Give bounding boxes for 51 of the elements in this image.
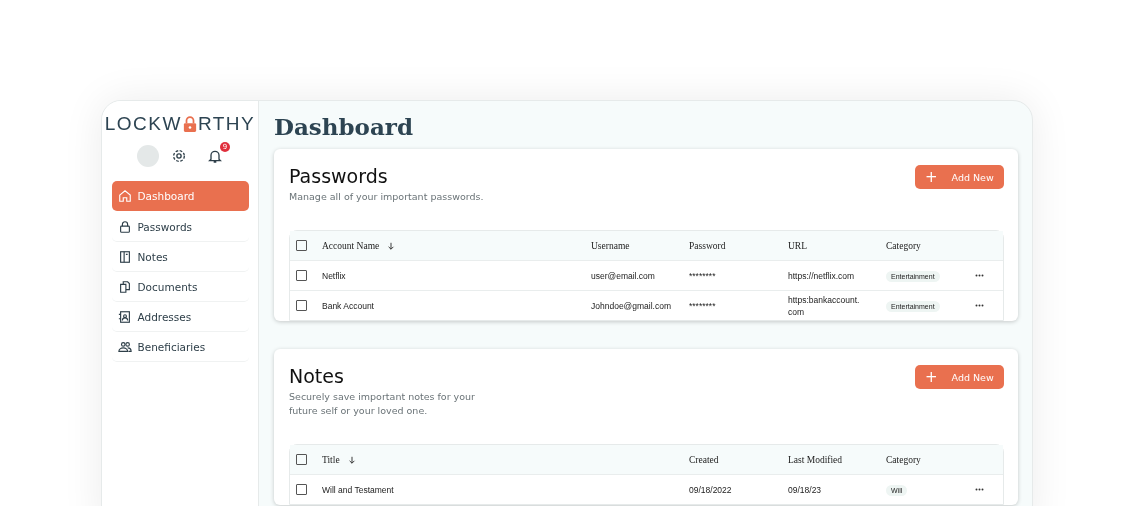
sort-arrow-icon[interactable] xyxy=(387,241,396,250)
column-header[interactable]: Title xyxy=(322,454,356,465)
table-cell-text: ******** xyxy=(689,269,717,282)
checkbox[interactable] xyxy=(296,300,307,311)
table-cell-text: Will and Testament xyxy=(322,483,395,496)
table-cell-text: https:bankaccount. com xyxy=(788,293,861,318)
logo-text: LOCKW xyxy=(104,113,182,135)
sidebar-item[interactable]: Beneficiaries xyxy=(111,332,249,362)
settings-icon[interactable] xyxy=(171,148,187,164)
sort-arrow-icon[interactable] xyxy=(347,455,356,464)
table-cell-text: Bank Account xyxy=(322,299,375,312)
page-title: Dashboard xyxy=(274,113,415,140)
column-header[interactable]: Category xyxy=(886,454,921,465)
more-icon[interactable] xyxy=(975,304,984,307)
checkbox[interactable] xyxy=(296,484,307,495)
column-header[interactable]: URL xyxy=(788,240,807,251)
contact-card-icon xyxy=(117,309,132,324)
sidebar-item[interactable]: Addresses xyxy=(111,302,249,332)
table-cell-text: https://netflix.com xyxy=(788,269,856,282)
table-cell-text: 09/18/23 xyxy=(788,483,823,496)
column-header[interactable]: Category xyxy=(886,240,921,251)
sidebar-item[interactable]: Notes xyxy=(111,242,249,272)
column-header[interactable]: Last Modified xyxy=(788,454,843,465)
checkbox[interactable] xyxy=(296,454,307,465)
section-subtitle: Securely save important notes for your future self or your loved one. xyxy=(289,390,475,418)
documents-icon xyxy=(117,279,132,294)
bell-icon[interactable] xyxy=(207,148,223,164)
more-icon[interactable] xyxy=(975,488,984,491)
notebook-icon xyxy=(117,249,132,264)
column-header[interactable]: Password xyxy=(689,240,726,251)
checkbox[interactable] xyxy=(296,270,307,281)
checkbox[interactable] xyxy=(296,240,307,251)
table-cell-text: user@email.com xyxy=(591,269,656,282)
lock-icon xyxy=(117,219,132,234)
section-subtitle: Manage all of your important passwords. xyxy=(289,190,484,204)
table-cell-text: Johndoe@gmail.com xyxy=(591,299,672,312)
table-cell-text: 09/18/2022 xyxy=(689,483,733,496)
section-title: Passwords xyxy=(289,165,389,187)
column-header[interactable]: Account Name xyxy=(322,240,396,251)
table-cell-text: ******** xyxy=(689,299,717,312)
sidebar-item[interactable]: Passwords xyxy=(111,212,249,242)
column-header[interactable]: Created xyxy=(689,454,719,465)
sidebar-item[interactable]: Documents xyxy=(111,272,249,302)
column-header[interactable]: Username xyxy=(591,240,630,251)
logo-text: RTHY xyxy=(197,113,256,135)
people-icon xyxy=(117,339,132,354)
more-icon[interactable] xyxy=(975,274,984,277)
table-cell-text: Netflix xyxy=(322,269,347,282)
section-title: Notes xyxy=(289,365,345,387)
lock-icon xyxy=(182,115,197,133)
home-icon xyxy=(117,188,132,203)
